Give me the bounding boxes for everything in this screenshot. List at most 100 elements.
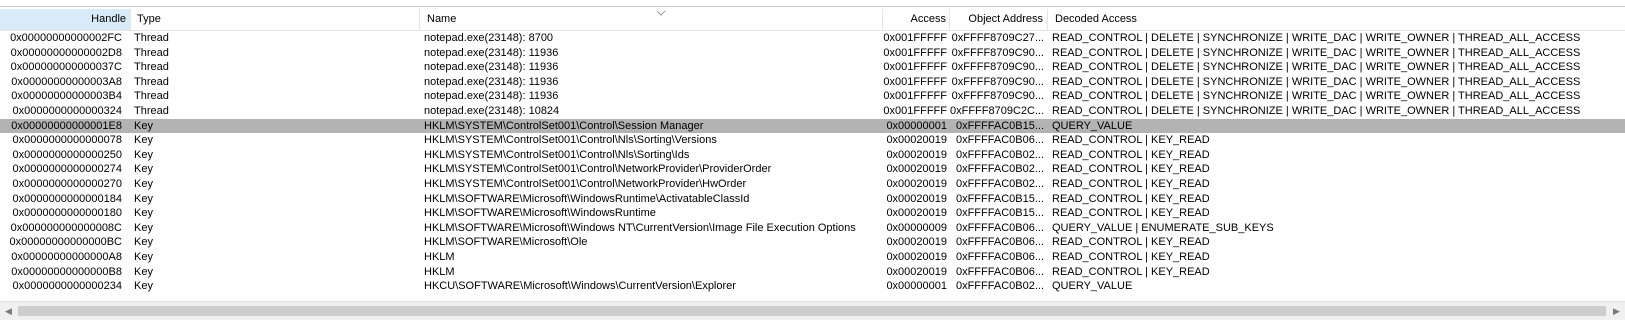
cell-type: Key: [134, 192, 153, 205]
cell-name: notepad.exe(23148): 10824: [424, 104, 560, 117]
table-row[interactable]: 0x00000000000000B8 Key HKLM 0x00020019 0xFFF…: [0, 265, 1625, 280]
cell-name: notepad.exe(23148): 11936: [424, 90, 559, 103]
cell-decoded-access: READ_CONTROL | DELETE | SYNCHRONIZE | WR…: [1052, 32, 1581, 44]
cell-access: 0x00020019: [886, 134, 947, 147]
cell-access: 0x00020019: [886, 192, 947, 205]
cell-type: Thread: [134, 61, 169, 74]
cell-decoded-access: READ_CONTROL | DELETE | SYNCHRONIZE | WR…: [1052, 75, 1581, 88]
cell-decoded-access: READ_CONTROL | DELETE | SYNCHRONIZE | WR…: [1052, 90, 1581, 103]
cell-object-address: 0xFFFF8709C90...: [951, 61, 1044, 74]
cell-decoded-access: READ_CONTROL | DELETE | SYNCHRONIZE | WR…: [1052, 104, 1581, 117]
cell-name: HKLM\SYSTEM\ControlSet001\Control\Sessio…: [424, 119, 704, 132]
chevron-down-icon: [656, 10, 666, 16]
column-header-name[interactable]: Name: [420, 9, 883, 30]
cell-name: HKLM\SOFTWARE\Microsoft\WindowsRuntime: [424, 207, 656, 220]
cell-decoded-access: READ_CONTROL | KEY_READ: [1052, 134, 1210, 147]
cell-handle: 0x0000000000000270: [12, 177, 122, 190]
cell-type: Thread: [134, 46, 169, 59]
cell-decoded-access: READ_CONTROL | KEY_READ: [1052, 177, 1210, 190]
cell-name: HKCU\SOFTWARE\Microsoft\Windows\CurrentV…: [424, 280, 736, 293]
cell-access: 0x00020019: [886, 250, 947, 263]
cell-access: 0x001FFFFF: [883, 61, 947, 74]
table-row[interactable]: 0x00000000000003A8 Thread notepad.exe(2314…: [0, 75, 1625, 90]
cell-type: Key: [134, 119, 153, 132]
cell-name: notepad.exe(23148): 11936: [424, 46, 559, 59]
table-row[interactable]: 0x0000000000000250 Key HKLM\SYSTEM\Control…: [0, 148, 1625, 163]
cell-object-address: 0xFFFFAC0B06...: [955, 134, 1044, 147]
table-row[interactable]: 0x00000000000002FC Thread notepad.exe(2314…: [0, 31, 1625, 46]
cell-object-address: 0xFFFFAC0B15...: [955, 192, 1044, 205]
cell-object-address: 0xFFFF8709C90...: [951, 75, 1044, 88]
cell-name: notepad.exe(23148): 11936: [424, 75, 559, 88]
cell-decoded-access: READ_CONTROL | KEY_READ: [1052, 192, 1210, 205]
cell-decoded-access: READ_CONTROL | KEY_READ: [1052, 236, 1210, 249]
column-header-type[interactable]: Type: [131, 9, 420, 30]
horizontal-scrollbar[interactable]: ◀ ▶: [0, 301, 1625, 320]
table-row[interactable]: 0x0000000000000270 Key HKLM\SYSTEM\Control…: [0, 177, 1625, 192]
table-row[interactable]: 0x0000000000000234 Key HKCU\SOFTWARE\Micro…: [0, 279, 1625, 294]
cell-name: HKLM\SYSTEM\ControlSet001\Control\Nls\So…: [424, 134, 717, 147]
cell-access: 0x00020019: [886, 236, 947, 249]
cell-handle: 0x00000000000003B4: [11, 90, 122, 103]
cell-handle: 0x0000000000000250: [12, 148, 122, 161]
table-row[interactable]: 0x0000000000000078 Key HKLM\SYSTEM\Control…: [0, 133, 1625, 148]
cell-handle: 0x00000000000002D8: [10, 46, 122, 59]
table-row[interactable]: 0x00000000000001E8 Key HKLM\SYSTEM\Control…: [0, 118, 1625, 134]
cell-handle: 0x0000000000000078: [12, 134, 122, 147]
scrollbar-thumb[interactable]: [18, 306, 1606, 316]
cell-name: HKLM\SOFTWARE\Microsoft\Ole: [424, 236, 588, 249]
cell-access: 0x00000009: [886, 221, 947, 234]
cell-type: Key: [134, 280, 153, 293]
window-top-border: [0, 0, 1625, 7]
column-header-object-address[interactable]: Object Address: [950, 9, 1048, 30]
table-row[interactable]: 0x00000000000002D8 Thread notepad.exe(2314…: [0, 46, 1625, 61]
table-row[interactable]: 0x0000000000000180 Key HKLM\SOFTWARE\Micro…: [0, 206, 1625, 221]
table-row[interactable]: 0x000000000000037C Thread notepad.exe(2314…: [0, 60, 1625, 75]
table-row[interactable]: 0x0000000000000274 Key HKLM\SYSTEM\Control…: [0, 162, 1625, 177]
cell-object-address: 0xFFFFAC0B02...: [955, 148, 1044, 161]
arrow-left-icon[interactable]: ◀: [0, 302, 17, 320]
cell-name: HKLM: [424, 250, 455, 263]
table-row[interactable]: 0x0000000000000324 Thread notepad.exe(2314…: [0, 104, 1625, 119]
cell-object-address: 0xFFFFAC0B06...: [955, 236, 1044, 249]
cell-access: 0x00020019: [886, 207, 947, 220]
cell-type: Key: [134, 265, 153, 278]
table-row[interactable]: 0x0000000000000184 Key HKLM\SOFTWARE\Micro…: [0, 192, 1625, 207]
cell-decoded-access: READ_CONTROL | DELETE | SYNCHRONIZE | WR…: [1052, 46, 1581, 59]
cell-name: notepad.exe(23148): 11936: [424, 61, 559, 74]
cell-handle: 0x0000000000000324: [12, 104, 122, 117]
cell-name: HKLM\SYSTEM\ControlSet001\Control\Networ…: [424, 177, 747, 190]
cell-handle: 0x0000000000000234: [12, 280, 122, 293]
cell-access: 0x001FFFFF: [883, 104, 947, 117]
column-header-handle[interactable]: Handle: [0, 9, 131, 30]
cell-name: HKLM\SYSTEM\ControlSet001\Control\Nls\So…: [424, 148, 690, 161]
cell-decoded-access: READ_CONTROL | KEY_READ: [1052, 163, 1210, 176]
cell-access: 0x00000001: [886, 280, 947, 293]
cell-type: Key: [134, 177, 153, 190]
cell-handle: 0x00000000000001E8: [11, 119, 122, 132]
cell-type: Thread: [134, 75, 169, 88]
cell-handle: 0x0000000000000274: [12, 163, 122, 176]
cell-object-address: 0xFFFF8709C90...: [951, 46, 1044, 59]
handle-list: 0x00000000000002FC Thread notepad.exe(2314…: [0, 31, 1625, 294]
cell-access: 0x001FFFFF: [883, 46, 947, 59]
cell-access: 0x001FFFFF: [883, 32, 947, 44]
cell-object-address: 0xFFFFAC0B02...: [955, 280, 1044, 293]
cell-handle: 0x0000000000000180: [12, 207, 122, 220]
cell-access: 0x001FFFFF: [883, 90, 947, 103]
cell-type: Key: [134, 207, 153, 220]
table-row[interactable]: 0x00000000000000BC Key HKLM\SOFTWARE\Micro…: [0, 235, 1625, 250]
table-row[interactable]: 0x000000000000008C Key HKLM\SOFTWARE\Micro…: [0, 221, 1625, 236]
table-row[interactable]: 0x00000000000000A8 Key HKLM 0x00020019 0xFFF…: [0, 250, 1625, 265]
cell-type: Key: [134, 250, 153, 263]
column-header-access[interactable]: Access: [883, 9, 950, 30]
cell-name: HKLM\SOFTWARE\Microsoft\Windows NT\Curre…: [424, 221, 856, 234]
cell-name: notepad.exe(23148): 8700: [424, 32, 554, 44]
cell-type: Key: [134, 148, 153, 161]
cell-type: Key: [134, 221, 153, 234]
table-row[interactable]: 0x00000000000003B4 Thread notepad.exe(2314…: [0, 89, 1625, 104]
cell-handle: 0x00000000000002FC: [10, 32, 122, 44]
column-header-decoded-access[interactable]: Decoded Access: [1048, 9, 1625, 30]
cell-decoded-access: QUERY_VALUE: [1052, 280, 1133, 293]
arrow-right-icon[interactable]: ▶: [1608, 302, 1625, 320]
